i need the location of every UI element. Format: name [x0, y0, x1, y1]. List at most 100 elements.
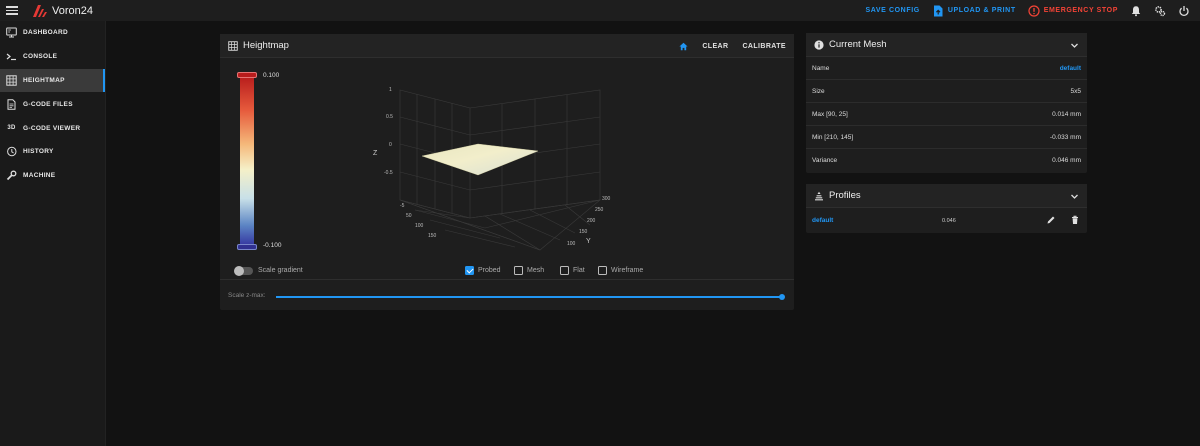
- scale-gradient-label: Scale gradient: [258, 267, 303, 274]
- upload-print-button[interactable]: UPLOAD & PRINT: [932, 5, 1016, 17]
- pencil-icon[interactable]: [1046, 215, 1056, 225]
- mesh-row-label: Variance: [812, 157, 838, 164]
- sidebar-item-label: DASHBOARD: [23, 29, 68, 37]
- color-scale-min-handle[interactable]: [237, 244, 257, 250]
- alert-circle-icon: [1028, 4, 1040, 17]
- color-scale-max-label: 0.100: [263, 72, 280, 79]
- mesh-row-label: Min [210, 145]: [812, 133, 854, 141]
- color-scale: 0.100 -0.100: [237, 72, 281, 250]
- cogs-icon[interactable]: [1154, 5, 1166, 17]
- wireframe-label: Wireframe: [611, 267, 644, 274]
- sidebar-item-label: HEIGHTMAP: [23, 76, 65, 84]
- history-icon: [7, 147, 17, 157]
- mesh-label: Mesh: [527, 267, 545, 274]
- sidebar-item-label: G-CODE VIEWER: [23, 124, 81, 132]
- probed-checkbox[interactable]: [465, 266, 474, 275]
- menu-icon[interactable]: [6, 6, 18, 15]
- y-tick: 300: [602, 196, 611, 202]
- mesh-row-variance: Variance 0.046 mm: [806, 149, 1087, 172]
- mesh-row-value: -0.033 mm: [1049, 133, 1081, 141]
- z-tick: -0.5: [384, 170, 393, 176]
- y-tick: 100: [567, 241, 576, 247]
- app-title: Voron24: [52, 4, 93, 17]
- x-tick: 50: [406, 213, 412, 219]
- heightmap-3d-plot[interactable]: 1 0.5 0 -0.5 -5 50 100 150 300 250 200 1…: [370, 80, 650, 260]
- sidebar-item-machine[interactable]: MACHINE: [0, 164, 105, 188]
- z-tick: 1: [389, 87, 392, 93]
- y-tick: 250: [595, 207, 604, 213]
- mesh-row-value: 5x5: [1070, 87, 1081, 95]
- probed-label: Probed: [478, 267, 501, 274]
- sidebar: DASHBOARD CONSOLE HEIGHTMAP G-CODE FILES…: [0, 21, 106, 446]
- sidebar-item-gcode-viewer[interactable]: 3D G-CODE VIEWER: [0, 116, 105, 140]
- mesh-row-name: Name default: [806, 57, 1087, 80]
- file-upload-icon: [933, 5, 943, 16]
- color-scale-max-handle[interactable]: [237, 72, 257, 78]
- flat-checkbox[interactable]: [560, 266, 569, 275]
- flat-label: Flat: [573, 267, 585, 274]
- chevron-down-icon[interactable]: [1070, 41, 1079, 50]
- x-tick: 100: [415, 223, 424, 229]
- 3d-icon: 3D: [7, 125, 16, 132]
- heightmap-controls: Scale gradient Probed Mesh Flat Wirefram…: [220, 265, 794, 279]
- heightmap-surface: [421, 143, 539, 176]
- wrench-icon: [6, 170, 17, 181]
- heightmap-panel: Heightmap CLEAR CALIBRATE 0.100 -0.100 1…: [220, 34, 794, 310]
- sidebar-item-heightmap[interactable]: HEIGHTMAP: [0, 68, 105, 93]
- profile-variance: 0.046: [942, 217, 956, 224]
- current-mesh-title: Current Mesh: [829, 39, 887, 50]
- y-tick: 200: [587, 218, 596, 224]
- sidebar-item-label: CONSOLE: [23, 53, 58, 61]
- scale-zmax-label: Scale z-max:: [228, 292, 266, 299]
- mesh-row-label: Name: [812, 64, 830, 72]
- sidebar-item-label: G-CODE FILES: [23, 100, 73, 108]
- emergency-stop-button[interactable]: EMERGENCY STOP: [1028, 4, 1118, 17]
- info-icon: [814, 39, 824, 50]
- power-icon[interactable]: [1178, 5, 1190, 17]
- mesh-row-value: 0.046 mm: [1052, 157, 1081, 164]
- scale-zmax-slider[interactable]: [276, 294, 785, 300]
- stack-icon: [815, 191, 823, 200]
- profiles-panel: Profiles default 0.046: [806, 184, 1087, 233]
- x-tick: 150: [428, 233, 437, 239]
- upload-print-label: UPLOAD & PRINT: [947, 7, 1016, 14]
- calibrate-button[interactable]: CALIBRATE: [742, 43, 786, 50]
- delete-icon[interactable]: [1070, 215, 1080, 225]
- scale-gradient-toggle[interactable]: [234, 266, 253, 276]
- current-mesh-panel: Current Mesh Name default Size 5x5 Max […: [806, 33, 1087, 173]
- sidebar-item-dashboard[interactable]: DASHBOARD: [0, 21, 105, 45]
- sidebar-item-history[interactable]: HISTORY: [0, 140, 105, 164]
- grid-icon: [6, 75, 17, 86]
- profiles-header: Profiles: [806, 184, 1087, 208]
- scale-zmax-slider-thumb[interactable]: [779, 294, 785, 300]
- heightmap-header: Heightmap CLEAR CALIBRATE: [220, 34, 794, 58]
- bell-icon[interactable]: [1130, 5, 1142, 17]
- z-tick: 0: [389, 142, 392, 148]
- z-tick: 0.5: [386, 114, 393, 120]
- home-icon[interactable]: [679, 42, 688, 51]
- file-document-icon: [7, 99, 16, 110]
- sidebar-item-label: HISTORY: [23, 148, 54, 156]
- color-gradient-bar: [240, 76, 254, 246]
- mesh-row-size: Size 5x5: [806, 80, 1087, 103]
- wireframe-checkbox[interactable]: [598, 266, 607, 275]
- mesh-name-value[interactable]: default: [1060, 65, 1081, 72]
- grid-icon: [228, 40, 238, 51]
- z-axis-label: Z: [373, 150, 378, 157]
- chevron-down-icon[interactable]: [1070, 192, 1079, 201]
- mesh-row-label: Size: [812, 87, 825, 95]
- clear-button[interactable]: CLEAR: [702, 43, 728, 50]
- mesh-row-value: 0.014 mm: [1052, 110, 1081, 118]
- sidebar-item-console[interactable]: CONSOLE: [0, 45, 105, 69]
- save-config-button[interactable]: SAVE CONFIG: [866, 7, 920, 14]
- mesh-checkbox[interactable]: [514, 266, 523, 275]
- divider: [220, 279, 794, 280]
- sidebar-item-gcode-files[interactable]: G-CODE FILES: [0, 92, 105, 116]
- heightmap-title: Heightmap: [243, 40, 289, 51]
- profile-row: default 0.046: [806, 208, 1087, 233]
- profiles-title: Profiles: [829, 190, 861, 201]
- profile-name-link[interactable]: default: [812, 217, 833, 224]
- emergency-stop-label: EMERGENCY STOP: [1043, 7, 1118, 14]
- y-tick: 150: [579, 229, 588, 235]
- monitor-dashboard-icon: [6, 27, 17, 38]
